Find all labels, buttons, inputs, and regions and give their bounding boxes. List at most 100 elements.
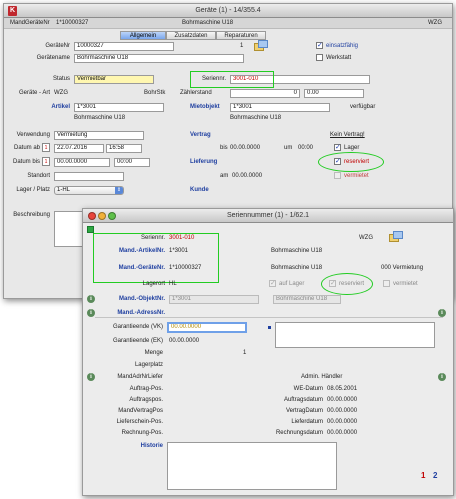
werkstatt-label: Werkstatt bbox=[326, 55, 352, 61]
mietobjekt-description: Bohrmaschine U18 bbox=[230, 115, 282, 121]
label-datum-ab: Datum ab bbox=[13, 145, 40, 151]
historie-textarea[interactable] bbox=[167, 442, 337, 490]
zaehlerstand-field-1[interactable]: 0 bbox=[230, 89, 300, 98]
label-artikel[interactable]: Artikel bbox=[8, 104, 70, 110]
geraetenr-field[interactable]: 10000327 bbox=[74, 42, 174, 51]
label-vertragdatum: VertragDatum bbox=[285, 408, 323, 414]
info-icon[interactable]: i bbox=[87, 309, 95, 317]
artikel-description: Bohrmaschine U18 bbox=[74, 115, 126, 121]
seriennr-value: 3001-010 bbox=[169, 235, 195, 241]
lager-checkbox[interactable]: ✓ bbox=[334, 144, 341, 151]
geraete-header-strip: MandGeräteNr 1*10000327 Bohrmaschine U18… bbox=[4, 18, 452, 29]
label-lieferdatum: Lieferdatum bbox=[291, 419, 323, 425]
vertrag-bis-value: 00.00.0000 bbox=[230, 145, 261, 151]
info-icon[interactable]: i bbox=[438, 309, 446, 317]
label-lagerort: Lagerort bbox=[142, 281, 165, 287]
info-icon[interactable]: i bbox=[87, 295, 95, 303]
datum-ab-time-field[interactable]: 16:58 bbox=[106, 144, 142, 153]
vermietet-label: vermietet bbox=[393, 281, 418, 287]
geraetenr-suffix: 1 bbox=[240, 43, 244, 49]
label-beschreibung: Beschreibung bbox=[13, 212, 50, 218]
auf-lager-label: auf Lager bbox=[279, 281, 305, 287]
cards-icon[interactable] bbox=[254, 40, 268, 54]
label-bis: bis bbox=[220, 145, 228, 151]
label-mandvertragpos: MandVertragPos bbox=[118, 408, 163, 414]
info-icon[interactable]: i bbox=[438, 373, 446, 381]
label-garantieende-vk: Garantieende (VK) bbox=[112, 324, 163, 330]
vermietet-checkbox[interactable] bbox=[334, 172, 341, 179]
label-garantieende-ek: Garantieende (EK) bbox=[112, 338, 163, 344]
divider bbox=[95, 317, 443, 318]
label-um: um bbox=[284, 145, 293, 151]
standort-field[interactable] bbox=[54, 172, 124, 181]
label-vertrag[interactable]: Vertrag bbox=[190, 132, 211, 138]
label-menge: Menge bbox=[144, 350, 163, 356]
status-field[interactable]: Vermietbar bbox=[74, 75, 154, 84]
label-mand-objektnr[interactable]: Mand.-ObjektNr. bbox=[95, 296, 165, 302]
label-zaehlerstand: Zählerstand bbox=[180, 90, 212, 96]
datum-bis-field[interactable]: 00.00.0000 bbox=[54, 158, 110, 167]
verwendung-field[interactable]: Vermietung bbox=[54, 131, 144, 140]
we-datum-value: 08.05.2001 bbox=[327, 386, 358, 392]
geraete-titlebar[interactable]: K Geräte (1) - 14/355.4 bbox=[4, 4, 452, 18]
calendar-icon[interactable]: 1 bbox=[42, 157, 50, 166]
vertrag-um-value: 00:00 bbox=[298, 145, 314, 151]
werkstatt-checkbox[interactable] bbox=[316, 54, 323, 61]
label-mandadrnr-lief: MandAdrNrLiefer bbox=[117, 374, 163, 380]
label-geraetename: Gerätename bbox=[36, 55, 70, 61]
new-record-icon[interactable] bbox=[87, 226, 94, 233]
datum-ab-field[interactable]: 22.07.2016 bbox=[54, 144, 104, 153]
datum-bis-time-field[interactable]: 00:00 bbox=[114, 158, 150, 167]
tab-reparaturen[interactable]: Reparaturen bbox=[216, 31, 266, 40]
page-1-link[interactable]: 1 bbox=[421, 471, 425, 480]
page-2-link[interactable]: 2 bbox=[433, 471, 437, 480]
label-auftragsdatum: Auftragsdatum bbox=[283, 397, 323, 403]
label-historie[interactable]: Historie bbox=[87, 443, 163, 449]
header-mandgeraetenr-label: MandGeräteNr bbox=[10, 20, 50, 26]
lagerort-value: HL bbox=[169, 281, 177, 287]
label-lieferung[interactable]: Lieferung bbox=[190, 159, 217, 165]
kein-vertrag-label: Kein Vertrag! bbox=[330, 132, 365, 138]
zaehlerstand-field-2[interactable]: 0.00 bbox=[304, 89, 364, 98]
einsatzfaehig-label: einsatzfähig bbox=[326, 43, 359, 49]
header-geraetename-value: Bohrmaschine U18 bbox=[182, 20, 234, 26]
label-status: Status bbox=[52, 76, 70, 82]
seriennummer-window-title: Seriennummer (1) - 1/62.1 bbox=[226, 212, 310, 219]
lager-platz-select[interactable]: 1-HL ⇕ bbox=[54, 186, 124, 195]
label-mietobjekt[interactable]: Mietobjekt bbox=[190, 104, 220, 110]
auftragsdatum-value: 00.00.0000 bbox=[327, 397, 358, 403]
geraet-status-value: 000 Vermietung bbox=[381, 265, 424, 271]
bullet-marker bbox=[268, 326, 271, 329]
mand-objektnr-field[interactable]: 1*3001 bbox=[169, 295, 259, 304]
lieferdatum-value: 00.00.0000 bbox=[327, 419, 358, 425]
mietobjekt-field[interactable]: 1*3001 bbox=[230, 103, 330, 112]
tab-zusatzdaten[interactable]: Zusatzdaten bbox=[166, 31, 216, 40]
tab-allgemein[interactable]: Allgemein bbox=[120, 31, 166, 40]
label-standort: Standort bbox=[27, 173, 50, 179]
notes-textarea[interactable] bbox=[275, 322, 435, 348]
geraetename-field[interactable]: Bohrmaschine U18 bbox=[74, 54, 244, 63]
seriennummer-window: Seriennummer (1) - 1/62.1 Seriennr. 3001… bbox=[82, 208, 454, 496]
mand-geraetenr-value: 1*10000327 bbox=[169, 265, 202, 271]
label-mand-geraetenr[interactable]: Mand.-GeräteNr. bbox=[95, 265, 165, 271]
garantieende-vk-field[interactable]: 00.00.0000 bbox=[167, 322, 247, 333]
label-geraetenr: GeräteNr bbox=[45, 43, 70, 49]
einsatzfaehig-checkbox[interactable]: ✓ bbox=[316, 42, 323, 49]
mand-artikelnr-value: 1*3001 bbox=[169, 248, 189, 254]
reserviert-highlight bbox=[318, 152, 384, 172]
header-art-value: WZG bbox=[428, 20, 442, 26]
auf-lager-checkbox[interactable]: ✓ bbox=[269, 280, 276, 287]
vermietet-checkbox[interactable] bbox=[383, 280, 390, 287]
seriennummer-titlebar[interactable]: Seriennummer (1) - 1/62.1 bbox=[83, 209, 453, 223]
label-mand-adressnr[interactable]: Mand.-AdressNr. bbox=[95, 310, 165, 316]
objekt-description-field[interactable]: Bohrmaschine U18 bbox=[273, 295, 341, 304]
menge-value: 1 bbox=[243, 350, 247, 356]
label-geraete-art: Geräte - Art bbox=[18, 90, 50, 96]
artikel-field[interactable]: 1*3001 bbox=[74, 103, 164, 112]
calendar-icon[interactable]: 1 bbox=[42, 143, 50, 152]
cards-icon[interactable] bbox=[389, 231, 403, 245]
label-mand-artikelnr[interactable]: Mand.-ArtikelNr. bbox=[95, 248, 165, 254]
label-kunde[interactable]: Kunde bbox=[190, 187, 209, 193]
label-rechnung-pos: Rechnung-Pos. bbox=[121, 430, 163, 436]
verfuegbar-label: verfügbar bbox=[350, 104, 376, 110]
